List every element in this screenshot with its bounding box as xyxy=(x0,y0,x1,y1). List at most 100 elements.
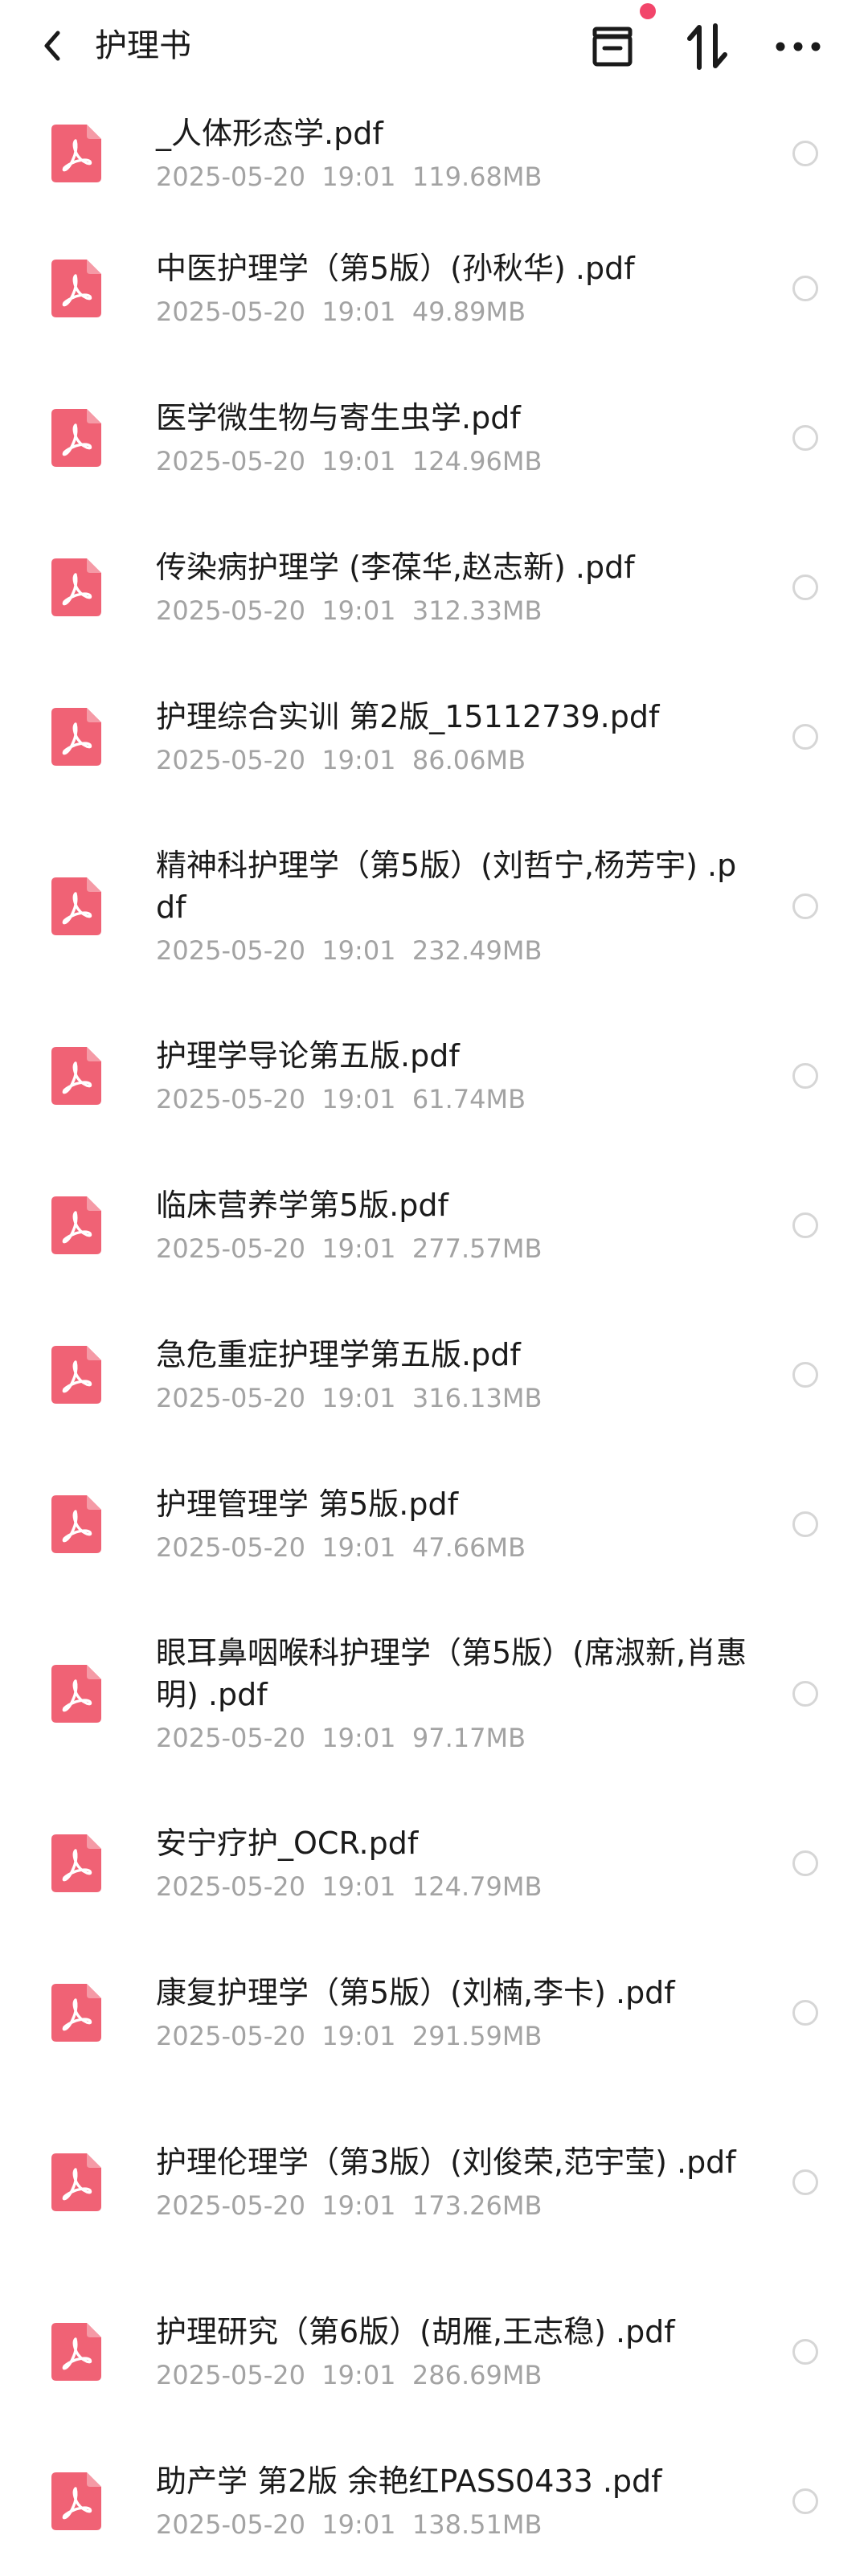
pdf-file-icon xyxy=(51,1834,101,1892)
file-info: 眼耳鼻咽喉科护理学（第5版）(席淑新,肖惠明) .pdf 2025-05-20 1… xyxy=(156,1632,749,1756)
file-size: 291.59MB xyxy=(411,2021,542,2051)
select-checkbox[interactable] xyxy=(792,1063,818,1089)
file-size: 124.96MB xyxy=(411,446,542,476)
file-date: 2025-05-20 xyxy=(156,2509,305,2540)
file-size: 97.17MB xyxy=(411,1723,526,1753)
sort-button[interactable] xyxy=(678,18,736,76)
file-row[interactable]: 护理综合实训 第2版_15112739.pdf 2025-05-20 19:01 … xyxy=(0,662,868,812)
file-size: 49.89MB xyxy=(411,296,526,327)
file-info: 护理伦理学（第3版）(刘俊荣,范宇莹) .pdf 2025-05-20 19:01… xyxy=(156,2141,749,2223)
file-row[interactable]: 临床营养学第5版.pdf 2025-05-20 19:01 277.57MB xyxy=(0,1151,868,1300)
file-meta: 2025-05-20 19:01 312.33MB xyxy=(156,593,749,628)
file-name: 临床营养学第5版.pdf xyxy=(156,1188,448,1223)
file-size: 316.13MB xyxy=(411,1383,542,1413)
file-row[interactable]: 医学微生物与寄生虫学.pdf 2025-05-20 19:01 124.96MB xyxy=(0,363,868,513)
file-name: 急危重症护理学第五版.pdf xyxy=(156,1337,521,1372)
file-info: 临床营养学第5版.pdf 2025-05-20 19:01 277.57MB xyxy=(156,1184,749,1266)
file-row[interactable]: 中医护理学（第5版）(孙秋华) .pdf 2025-05-20 19:01 49.… xyxy=(0,214,868,363)
file-time: 19:01 xyxy=(321,595,396,626)
file-name: 护理研究（第6版）(胡雁,王志稳) .pdf xyxy=(156,2314,675,2349)
chevron-left-icon xyxy=(44,31,60,61)
file-size: 286.69MB xyxy=(411,2360,542,2390)
file-row[interactable]: 传染病护理学 (李葆华,赵志新) .pdf 2025-05-20 19:01 31… xyxy=(0,513,868,662)
file-row[interactable]: 护理学导论第五版.pdf 2025-05-20 19:01 61.74MB xyxy=(0,1001,868,1151)
file-name: 安宁疗护_OCR.pdf xyxy=(156,1826,419,1861)
file-info: 康复护理学（第5版）(刘楠,李卡) .pdf 2025-05-20 19:01 2… xyxy=(156,1972,749,2054)
file-row[interactable]: 精神科护理学（第5版）(刘哲宁,杨芳宇) .pdf 2025-05-20 19:0… xyxy=(0,812,868,1001)
pdf-file-icon xyxy=(51,2472,101,2530)
file-meta: 2025-05-20 19:01 173.26MB xyxy=(156,2188,749,2223)
file-time: 19:01 xyxy=(321,2190,396,2221)
file-meta: 2025-05-20 19:01 86.06MB xyxy=(156,742,749,778)
select-checkbox[interactable] xyxy=(792,1511,818,1537)
file-date: 2025-05-20 xyxy=(156,446,305,476)
file-date: 2025-05-20 xyxy=(156,2360,305,2390)
pdf-file-icon xyxy=(51,260,101,317)
file-name: 护理伦理学（第3版）(刘俊荣,范宇莹) .pdf xyxy=(156,2145,736,2180)
file-row[interactable]: 急危重症护理学第五版.pdf 2025-05-20 19:01 316.13MB xyxy=(0,1300,868,1450)
select-checkbox[interactable] xyxy=(792,425,818,451)
file-meta: 2025-05-20 19:01 316.13MB xyxy=(156,1380,749,1416)
select-checkbox[interactable] xyxy=(792,2339,818,2365)
file-meta: 2025-05-20 19:01 291.59MB xyxy=(156,2018,749,2054)
file-time: 19:01 xyxy=(321,2360,396,2390)
top-bar: 护理书 xyxy=(0,0,868,93)
file-name: 护理学导论第五版.pdf xyxy=(156,1038,460,1073)
file-date: 2025-05-20 xyxy=(156,1084,305,1114)
file-size: 119.68MB xyxy=(411,162,542,192)
file-row[interactable]: 护理管理学 第5版.pdf 2025-05-20 19:01 47.66MB xyxy=(0,1450,868,1599)
file-meta: 2025-05-20 19:01 119.68MB xyxy=(156,159,749,194)
file-info: _人体形态学.pdf 2025-05-20 19:01 119.68MB xyxy=(156,112,749,194)
file-row[interactable]: _人体形态学.pdf 2025-05-20 19:01 119.68MB xyxy=(0,93,868,214)
file-date: 2025-05-20 xyxy=(156,2021,305,2051)
select-checkbox[interactable] xyxy=(792,2000,818,2026)
select-checkbox[interactable] xyxy=(792,2488,818,2514)
file-meta: 2025-05-20 19:01 47.66MB xyxy=(156,1530,749,1565)
file-time: 19:01 xyxy=(321,935,396,966)
select-checkbox[interactable] xyxy=(792,1850,818,1876)
select-checkbox[interactable] xyxy=(792,724,818,750)
file-size: 173.26MB xyxy=(411,2190,542,2221)
file-row[interactable]: 眼耳鼻咽喉科护理学（第5版）(席淑新,肖惠明) .pdf 2025-05-20 1… xyxy=(0,1599,868,1789)
back-button[interactable] xyxy=(32,24,72,67)
sort-arrows-icon xyxy=(687,23,727,70)
pdf-file-icon xyxy=(51,409,101,467)
select-checkbox[interactable] xyxy=(792,1212,818,1238)
file-time: 19:01 xyxy=(321,2509,396,2540)
file-time: 19:01 xyxy=(321,1383,396,1413)
select-checkbox[interactable] xyxy=(792,1362,818,1388)
file-info: 安宁疗护_OCR.pdf 2025-05-20 19:01 124.79MB xyxy=(156,1822,749,1904)
pdf-file-icon xyxy=(51,1196,101,1254)
file-row[interactable]: 康复护理学（第5版）(刘楠,李卡) .pdf 2025-05-20 19:01 2… xyxy=(0,1938,868,2087)
pdf-file-icon xyxy=(51,1665,101,1723)
select-checkbox[interactable] xyxy=(792,141,818,166)
file-row[interactable]: 护理伦理学（第3版）(刘俊荣,范宇莹) .pdf 2025-05-20 19:01… xyxy=(0,2087,868,2277)
pdf-file-icon xyxy=(51,877,101,935)
select-checkbox[interactable] xyxy=(792,893,818,919)
file-time: 19:01 xyxy=(321,1871,396,1902)
file-size: 277.57MB xyxy=(411,1233,542,1264)
file-row[interactable]: 安宁疗护_OCR.pdf 2025-05-20 19:01 124.79MB xyxy=(0,1789,868,1938)
file-meta: 2025-05-20 19:01 286.69MB xyxy=(156,2357,749,2393)
archive-button[interactable] xyxy=(583,18,641,76)
file-name: _人体形态学.pdf xyxy=(156,116,383,151)
select-checkbox[interactable] xyxy=(792,1681,818,1707)
file-row[interactable]: 助产学 第2版 余艳红PASS0433 .pdf 2025-05-20 19:01… xyxy=(0,2427,868,2576)
file-meta: 2025-05-20 19:01 61.74MB xyxy=(156,1082,749,1117)
more-options-button[interactable] xyxy=(769,18,827,76)
pdf-file-icon xyxy=(51,558,101,616)
file-date: 2025-05-20 xyxy=(156,595,305,626)
file-time: 19:01 xyxy=(321,296,396,327)
select-checkbox[interactable] xyxy=(792,2169,818,2195)
notification-dot xyxy=(640,3,656,19)
file-date: 2025-05-20 xyxy=(156,1383,305,1413)
file-size: 138.51MB xyxy=(411,2509,542,2540)
pdf-file-icon xyxy=(51,1984,101,2042)
select-checkbox[interactable] xyxy=(792,276,818,301)
file-info: 传染病护理学 (李葆华,赵志新) .pdf 2025-05-20 19:01 31… xyxy=(156,546,749,628)
file-size: 61.74MB xyxy=(411,1084,526,1114)
file-time: 19:01 xyxy=(321,1723,396,1753)
select-checkbox[interactable] xyxy=(792,574,818,600)
file-row[interactable]: 护理研究（第6版）(胡雁,王志稳) .pdf 2025-05-20 19:01 2… xyxy=(0,2277,868,2427)
file-name: 助产学 第2版 余艳红PASS0433 .pdf xyxy=(156,2464,662,2499)
